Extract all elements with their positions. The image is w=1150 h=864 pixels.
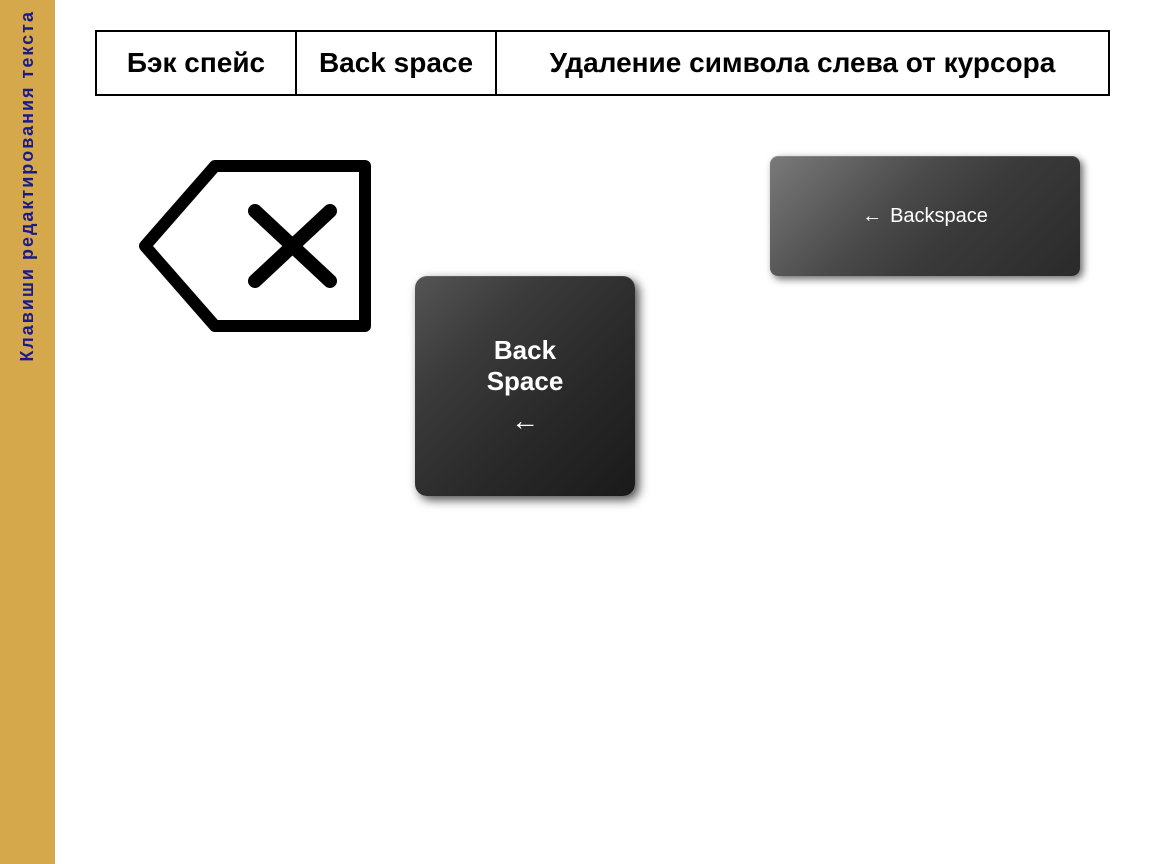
sidebar-label: Клавиши редактирования текста <box>15 10 40 362</box>
square-key-text: Back Space <box>487 335 564 397</box>
sidebar: Клавиши редактирования текста <box>0 0 55 864</box>
square-key-arrow: ← <box>511 405 539 437</box>
info-table: Бэк спейс Back space Удаление символа сл… <box>95 30 1110 96</box>
table-cell-description: Удаление символа слева от курсора <box>496 31 1109 95</box>
bottom-section: ← Backspace Back Space ← <box>95 126 1110 526</box>
main-content: Бэк спейс Back space Удаление символа сл… <box>55 0 1150 864</box>
table-cell-english: Back space <box>296 31 496 95</box>
wide-key-arrow: ← <box>862 205 882 228</box>
backspace-wide-key: ← Backspace <box>770 156 1080 276</box>
backspace-square-key: Back Space ← <box>415 276 635 496</box>
backspace-symbol-icon <box>95 126 415 366</box>
wide-key-label: Backspace <box>890 205 988 228</box>
table-cell-russian: Бэк спейс <box>96 31 296 95</box>
